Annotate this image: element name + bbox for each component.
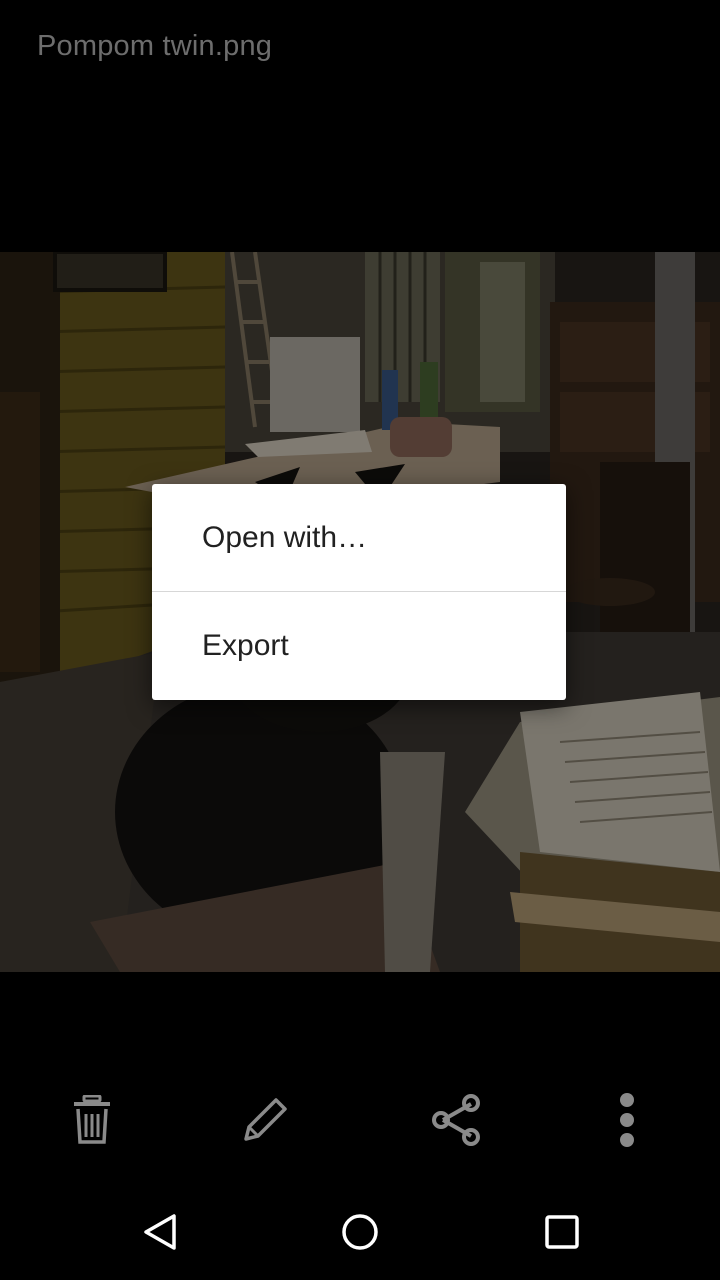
recents-square-icon [545, 1215, 579, 1249]
menu-item-label: Export [202, 628, 289, 662]
share-button[interactable] [412, 1075, 502, 1165]
nav-home-button[interactable] [310, 1184, 410, 1280]
bottom-toolbar [0, 1075, 720, 1165]
more-options-button[interactable] [582, 1075, 672, 1165]
more-vert-icon [620, 1093, 634, 1147]
edit-pencil-icon [244, 1098, 287, 1141]
trash-icon [74, 1095, 110, 1144]
back-triangle-icon [144, 1214, 176, 1250]
nav-back-button[interactable] [110, 1184, 210, 1280]
nav-recents-button[interactable] [512, 1184, 612, 1280]
menu-item-label: Open with… [202, 520, 368, 554]
home-circle-icon [342, 1214, 378, 1250]
page-title: Pompom twin.png [37, 30, 273, 62]
delete-button[interactable] [47, 1075, 137, 1165]
share-icon [432, 1094, 480, 1146]
edit-button[interactable] [220, 1075, 310, 1165]
system-navigation-bar [0, 1184, 720, 1280]
menu-item-export[interactable]: Export [152, 592, 566, 699]
menu-item-open-with[interactable]: Open with… [152, 484, 566, 591]
context-menu-dialog: Open with… Export [152, 484, 566, 700]
